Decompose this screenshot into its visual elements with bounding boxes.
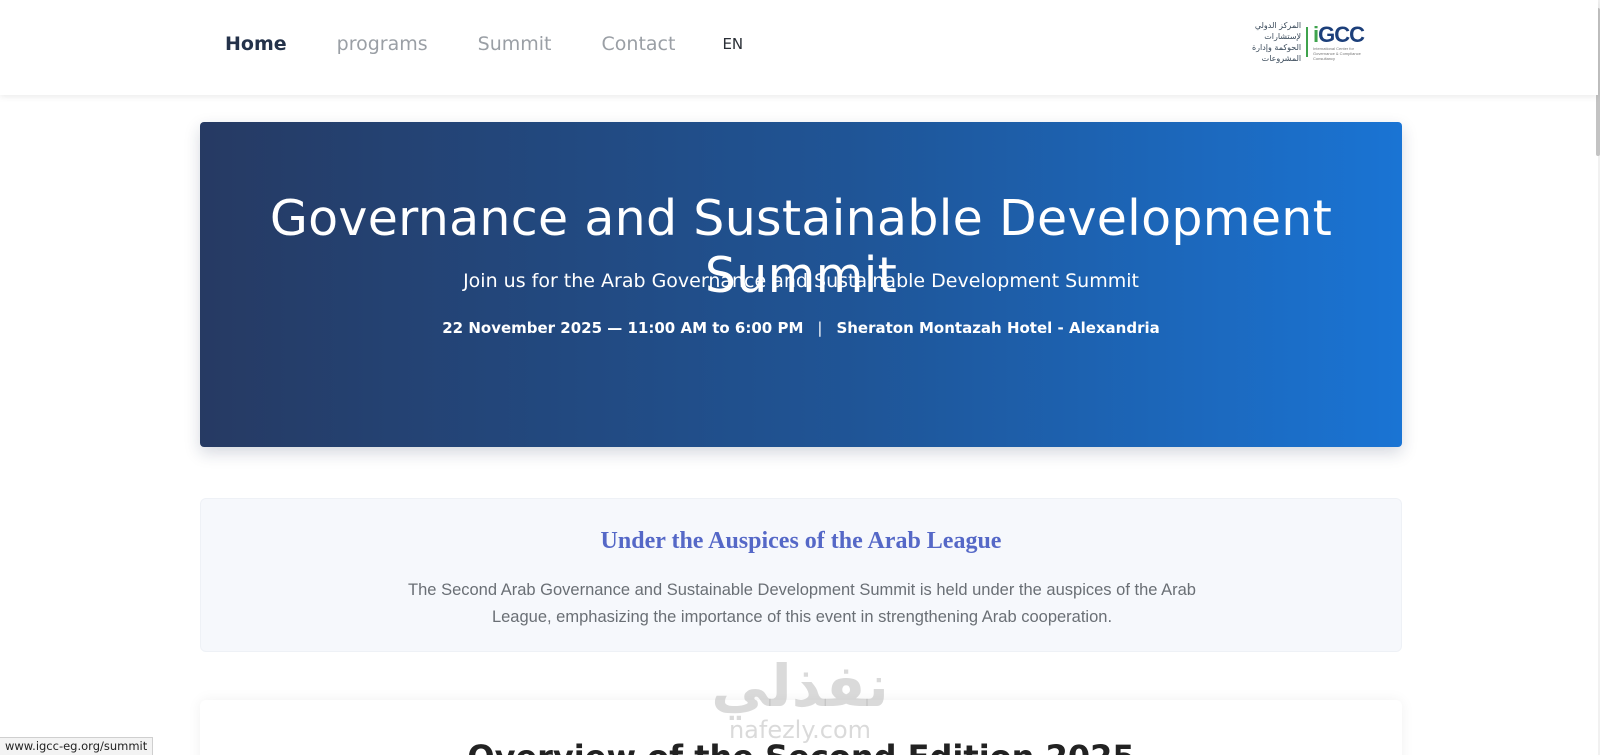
nav-programs[interactable]: programs [337,33,428,55]
auspices-card: Under the Auspices of the Arab League Th… [200,498,1402,652]
nav-summit[interactable]: Summit [478,33,552,55]
logo-wordmark: iGCC [1313,21,1365,47]
hero-subtitle: Join us for the Arab Governance and Sust… [463,270,1139,292]
event-date-time: 22 November 2025 — 11:00 AM to 6:00 PM [442,319,804,337]
event-venue: Sheraton Montazah Hotel - Alexandria [836,319,1160,337]
nav-home[interactable]: Home [225,33,287,55]
status-bar-url: www.igcc-eg.org/summit [0,737,154,755]
hero-event-details: 22 November 2025 — 11:00 AM to 6:00 PM | S… [200,319,1402,337]
logo-divider [1306,27,1308,57]
details-separator: | [817,319,823,337]
nav-contact[interactable]: Contact [602,33,676,55]
overview-title: Overview of the Second Edition 2025 [200,738,1402,755]
overview-card: Overview of the Second Edition 2025 [200,700,1402,755]
language-switcher[interactable]: EN [722,35,743,53]
hero-banner: Governance and Sustainable Development S… [200,122,1402,447]
igcc-logo[interactable]: المركز الدولي لإستشارات الحوكمة وإدارة ا… [1220,21,1375,63]
logo-subtitle: International Center for Governance & Co… [1313,45,1361,61]
site-header: Home programs Summit Contact EN المركز ا… [0,0,1598,95]
auspices-title: Under the Auspices of the Arab League [600,528,1002,554]
main-nav: Home programs Summit Contact EN [225,33,743,55]
logo-mark: iGCC International Center for Governance… [1313,21,1375,61]
logo-arabic-text: المركز الدولي لإستشارات الحوكمة وإدارة ا… [1251,21,1302,63]
auspices-text: The Second Arab Governance and Sustainab… [408,581,1196,626]
